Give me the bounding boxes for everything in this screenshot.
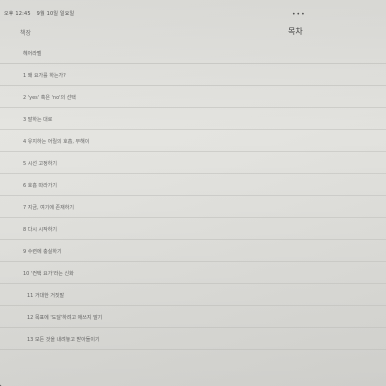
status-time: 오후 12:45 xyxy=(4,11,31,17)
device-frame: 오후 12:45 9월 10일 일요일 ••• 책장 목차 헤어라벨 1 왜 요… xyxy=(0,0,386,386)
toc-item-label: 3 말하는 대로 xyxy=(23,117,53,123)
back-button[interactable]: 책장 xyxy=(20,28,31,37)
status-bar: 오후 12:45 9월 10일 일요일 xyxy=(4,10,78,20)
toc-item[interactable]: 8 다시 시작하기 xyxy=(0,218,386,240)
toc-item[interactable]: 4 유지하는 어릴의 호흡, 무해이 xyxy=(0,130,386,152)
toc-item-label: 11 거대한 거짓말 xyxy=(27,293,65,299)
toc-item-label: 7 지금, 여기에 존재하기 xyxy=(23,205,74,211)
toc-item-label: 9 수련에 충실하기 xyxy=(23,249,62,255)
toc-item-label: 10 '컨택 요가'라는 신화 xyxy=(23,271,74,277)
toc-item-label: 4 유지하는 어릴의 호흡, 무해이 xyxy=(23,139,90,145)
multitasking-dots-icon[interactable]: ••• xyxy=(292,11,306,18)
toc-item[interactable]: 11 거대한 거짓말 xyxy=(0,284,386,306)
toc-item[interactable]: 5 시선 고정하기 xyxy=(0,152,386,174)
page-title: 목차 xyxy=(288,27,303,36)
toc-item-label: 1 왜 요가를 하는가? xyxy=(23,73,66,79)
toc-item[interactable]: 10 '컨택 요가'라는 신화 xyxy=(0,262,386,284)
toc-item[interactable]: 13 모든 것을 내려놓고 받아들이기 xyxy=(0,328,386,350)
toc-item[interactable]: 12 목표에 '도달'하려고 애쓰지 말기 xyxy=(0,306,386,328)
toc-item-label: 13 모든 것을 내려놓고 받아들이기 xyxy=(27,337,100,343)
toc-item[interactable]: 9 수련에 충실하기 xyxy=(0,240,386,262)
toc-item[interactable]: 6 호흡 따라가기 xyxy=(0,174,386,196)
toc-item-label: 헤어라벨 xyxy=(23,51,42,57)
toc-item[interactable]: 7 지금, 여기에 존재하기 xyxy=(0,196,386,218)
toc-item-label: 2 'yes' 혹은 'no'의 선택 xyxy=(23,95,76,101)
status-date: 9월 10일 일요일 xyxy=(36,11,75,17)
nav-bar: 책장 목차 xyxy=(0,22,386,42)
reader-screen: 오후 12:45 9월 10일 일요일 ••• 책장 목차 헤어라벨 1 왜 요… xyxy=(0,0,386,386)
toc-item[interactable]: 3 말하는 대로 xyxy=(0,108,386,130)
toc-item[interactable]: 2 'yes' 혹은 'no'의 선택 xyxy=(0,86,386,108)
toc-item-label: 8 다시 시작하기 xyxy=(23,227,57,233)
toc-item[interactable]: 1 왜 요가를 하는가? xyxy=(0,64,386,86)
toc-item-label: 6 호흡 따라가기 xyxy=(23,183,57,189)
toc-item[interactable]: 헤어라벨 xyxy=(0,42,386,64)
toc-item-label: 12 목표에 '도달'하려고 애쓰지 말기 xyxy=(27,315,103,321)
table-of-contents: 헤어라벨 1 왜 요가를 하는가? 2 'yes' 혹은 'no'의 선택 3 … xyxy=(0,42,386,350)
toc-item-label: 5 시선 고정하기 xyxy=(23,161,57,167)
